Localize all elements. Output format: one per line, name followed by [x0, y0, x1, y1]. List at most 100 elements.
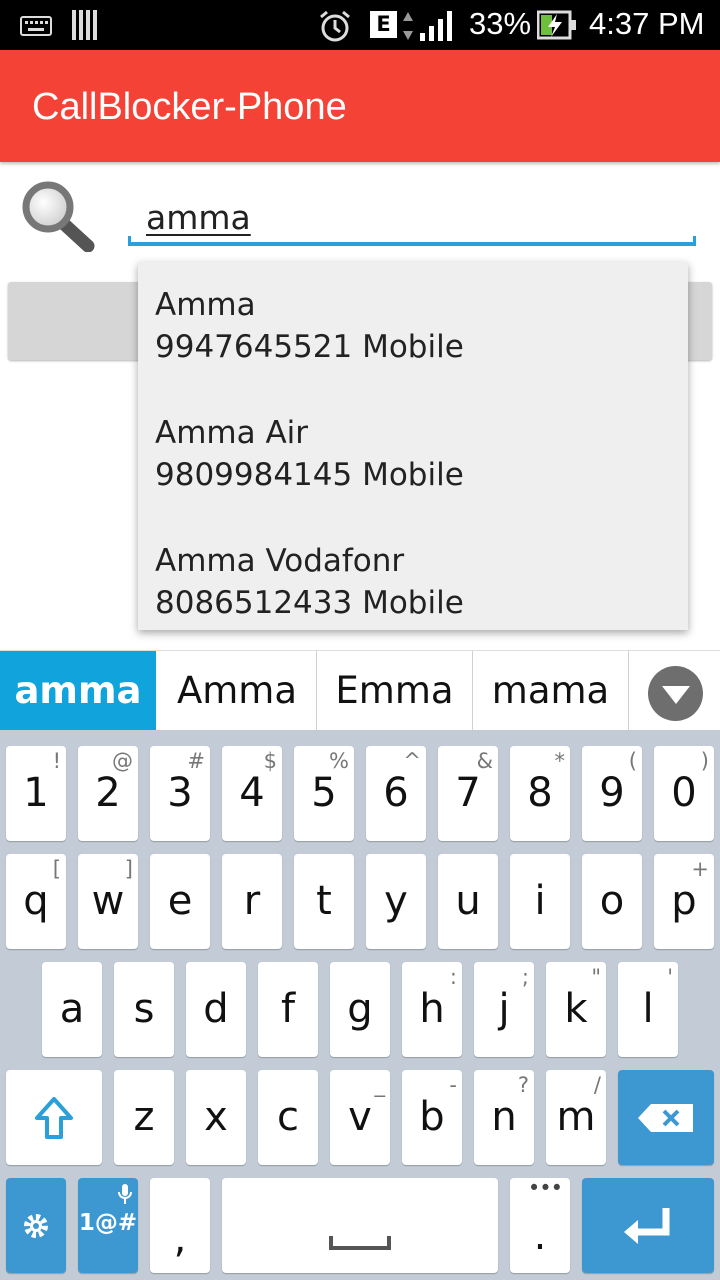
key-t[interactable]: t — [294, 854, 354, 949]
key-label: r — [243, 878, 261, 924]
key-6[interactable]: ^ 6 — [366, 746, 426, 841]
key-label: c — [277, 1094, 299, 1140]
search-icon[interactable] — [20, 180, 96, 252]
search-input[interactable]: amma — [146, 198, 251, 237]
key-1[interactable]: ! 1 — [6, 746, 66, 841]
suggestion-item[interactable]: Amma Vodafonr 8086512433 Mobile — [155, 540, 675, 652]
key-x[interactable]: x — [186, 1070, 246, 1165]
symbols-key[interactable]: 1@# — [78, 1178, 138, 1273]
key-p[interactable]: + p — [654, 854, 714, 949]
key-7[interactable]: & 7 — [438, 746, 498, 841]
backspace-icon — [638, 1104, 693, 1132]
word-suggestion-strip: amma Amma Emma mama — [0, 650, 720, 731]
key-label: j — [498, 986, 510, 1032]
key-y[interactable]: y — [366, 854, 426, 949]
key-label: f — [280, 986, 296, 1032]
key-label: t — [316, 878, 332, 924]
key-label: d — [203, 986, 229, 1032]
suggestion-name: Amma — [155, 287, 256, 323]
suggestion-name: Amma Vodafonr — [155, 543, 405, 579]
key-q[interactable]: [q — [6, 854, 66, 949]
key-label: h — [419, 986, 445, 1032]
app-title: CallBlocker-Phone — [32, 86, 347, 128]
key-v[interactable]: _ v — [330, 1070, 390, 1165]
divider — [628, 651, 629, 731]
key-label: a — [59, 986, 85, 1032]
key-h[interactable]: :h — [402, 962, 462, 1057]
key-g[interactable]: g — [330, 962, 390, 1057]
key-j[interactable]: ; j — [474, 962, 534, 1057]
backspace-key[interactable] — [618, 1070, 714, 1165]
keyboard-icon — [20, 16, 52, 36]
key-i[interactable]: i — [510, 854, 570, 949]
key-d[interactable]: d — [186, 962, 246, 1057]
key-8[interactable]: * 8 — [510, 746, 570, 841]
key-b[interactable]: -b — [402, 1070, 462, 1165]
key-label: p — [671, 878, 697, 924]
settings-key[interactable] — [6, 1178, 66, 1273]
key-u[interactable]: u — [438, 854, 498, 949]
data-arrows-icon — [403, 12, 413, 40]
key-hint: ••• — [527, 1176, 563, 1200]
key-label: k — [564, 986, 588, 1032]
key-n[interactable]: ? n — [474, 1070, 534, 1165]
key-w[interactable]: ] w — [78, 854, 138, 949]
signal-icon — [420, 11, 452, 41]
key-4[interactable]: $4 — [222, 746, 282, 841]
key-label: 9 — [599, 770, 625, 816]
status-bar: E 33% 4:37 PM — [0, 0, 720, 50]
suggestion-phone: 9947645521 Mobile — [155, 329, 464, 365]
key-label: z — [133, 1094, 155, 1140]
key-e[interactable]: e — [150, 854, 210, 949]
key-5[interactable]: % 5 — [294, 746, 354, 841]
word-suggestion[interactable]: mama — [473, 651, 628, 731]
key-label: y — [384, 878, 408, 924]
key-k[interactable]: " k — [546, 962, 606, 1057]
battery-charging-icon — [537, 10, 576, 40]
key-9[interactable]: (9 — [582, 746, 642, 841]
key-label: . — [533, 1213, 547, 1259]
word-suggestion[interactable]: Emma — [317, 651, 472, 731]
barcode-icon — [72, 10, 97, 40]
suggestion-item[interactable]: Amma Air 9809984145 Mobile — [155, 412, 675, 524]
contact-suggestions-dropdown: Amma 9947645521 Mobile Amma Air 98099841… — [138, 262, 688, 630]
word-suggestion[interactable]: Amma — [158, 651, 316, 731]
key-3[interactable]: #3 — [150, 746, 210, 841]
key-z[interactable]: z — [114, 1070, 174, 1165]
key-a[interactable]: a — [42, 962, 102, 1057]
key-0[interactable]: ) 0 — [654, 746, 714, 841]
space-key[interactable] — [222, 1178, 498, 1273]
key-label: x — [204, 1094, 228, 1140]
key-label: 3 — [167, 770, 193, 816]
key-label: , — [173, 1216, 187, 1262]
gear-icon — [24, 1214, 48, 1238]
app-bar: CallBlocker-Phone — [0, 50, 720, 162]
key-c[interactable]: c — [258, 1070, 318, 1165]
key-m[interactable]: / m — [546, 1070, 606, 1165]
key-label: 5 — [311, 770, 337, 816]
enter-key[interactable] — [582, 1178, 714, 1273]
key-2[interactable]: @2 — [78, 746, 138, 841]
key-label: i — [534, 878, 546, 924]
key-l[interactable]: ' l — [618, 962, 678, 1057]
key-label: m — [556, 1094, 596, 1140]
key-label: u — [455, 878, 481, 924]
space-bar-icon — [329, 1236, 391, 1250]
period-key[interactable]: ••• . — [510, 1176, 570, 1273]
key-s[interactable]: s — [114, 962, 174, 1057]
shift-key[interactable] — [6, 1070, 102, 1165]
suggestion-item[interactable]: Amma 9947645521 Mobile — [155, 284, 675, 396]
alarm-icon — [320, 10, 350, 42]
comma-key[interactable]: , — [150, 1178, 210, 1273]
key-label: o — [599, 878, 625, 924]
key-label: q — [23, 878, 49, 924]
key-label: 0 — [671, 770, 697, 816]
suggestion-phone: 9809984145 Mobile — [155, 457, 464, 493]
key-o[interactable]: o — [582, 854, 642, 949]
key-f[interactable]: f — [258, 962, 318, 1057]
key-label: v — [348, 1094, 372, 1140]
key-label: 8 — [527, 770, 553, 816]
word-suggestion[interactable]: amma — [0, 651, 156, 731]
expand-suggestions-icon[interactable] — [648, 666, 703, 721]
key-r[interactable]: r — [222, 854, 282, 949]
